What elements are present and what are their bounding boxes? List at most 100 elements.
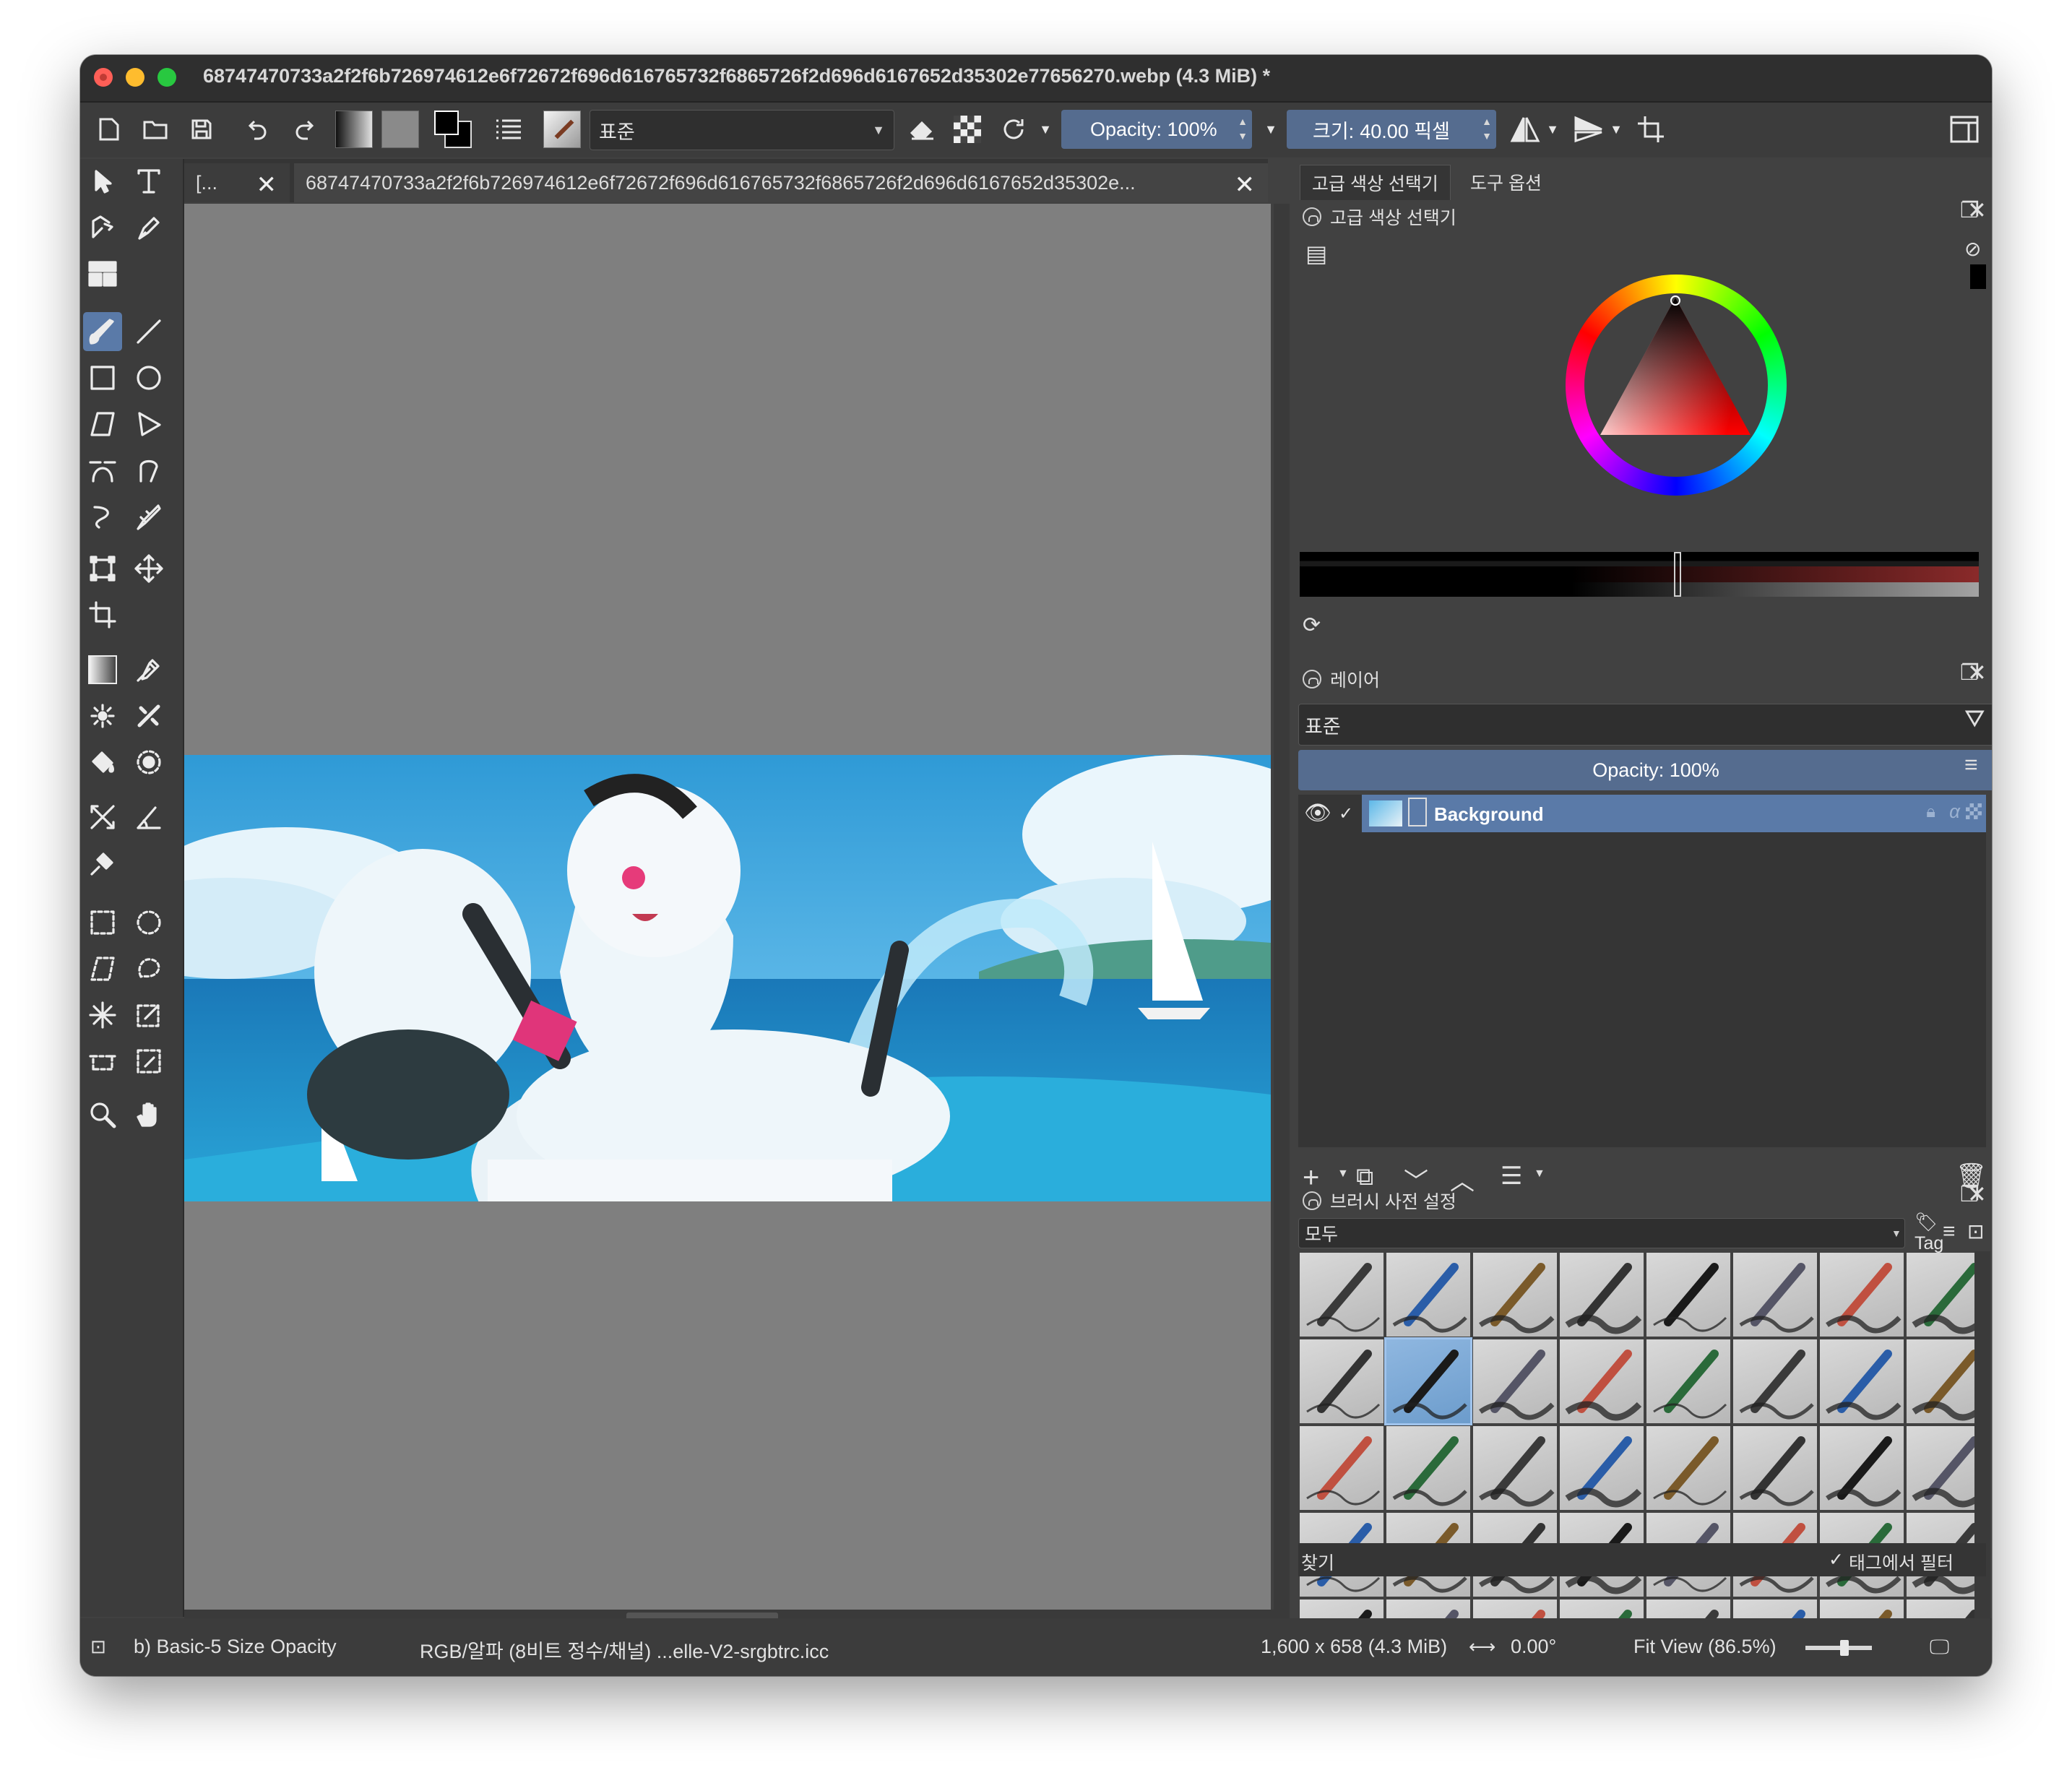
rectangular-selection-tool-icon[interactable] bbox=[83, 903, 122, 942]
lock-icon[interactable] bbox=[1303, 670, 1321, 688]
tag-button[interactable]: 🏷︎ Tag bbox=[1915, 1212, 1943, 1254]
polygon-tool-icon[interactable] bbox=[83, 405, 122, 444]
lock-icon[interactable] bbox=[1303, 1191, 1321, 1210]
mirror-vertical-icon[interactable] bbox=[1571, 113, 1606, 146]
brush-storage-icon[interactable]: ⊡ bbox=[1967, 1219, 1984, 1243]
minimize-window-button[interactable] bbox=[126, 68, 144, 87]
document-tab-active[interactable]: 68747470733a2f2f6b726974612e6f72672f696d… bbox=[294, 163, 1268, 202]
move-tool-icon[interactable] bbox=[129, 549, 168, 588]
brush-preset-status-icon[interactable]: ⊡ bbox=[90, 1636, 106, 1658]
brush-preset-tile[interactable] bbox=[1560, 1339, 1644, 1423]
zoom-slider[interactable] bbox=[1805, 1640, 1872, 1656]
layer-menu-icon[interactable]: ≡ bbox=[1964, 751, 1978, 778]
brush-preset-tile[interactable] bbox=[1646, 1426, 1730, 1510]
brush-size-slider[interactable]: 크기: 40.00 픽셀 ▲ ▼ bbox=[1287, 110, 1496, 149]
gradient-swatch-icon[interactable] bbox=[334, 111, 374, 148]
enclose-fill-tool-icon[interactable] bbox=[129, 743, 168, 782]
color-selector-settings-icon[interactable]: ▤ bbox=[1305, 240, 1327, 267]
new-document-icon[interactable] bbox=[92, 113, 126, 146]
contiguous-selection-tool-icon[interactable] bbox=[83, 996, 122, 1035]
chevron-down-icon[interactable]: ▼ bbox=[1037, 113, 1054, 146]
brush-view-menu-icon[interactable]: ≡ bbox=[1943, 1219, 1956, 1244]
zoom-window-button[interactable] bbox=[157, 68, 176, 87]
close-window-button[interactable] bbox=[94, 68, 113, 87]
close-tab-icon[interactable]: ✕ bbox=[1235, 170, 1256, 199]
ellipse-tool-icon[interactable] bbox=[129, 358, 168, 397]
brush-preset-tile[interactable] bbox=[1386, 1426, 1470, 1510]
close-panel-icon[interactable]: ✕ bbox=[1967, 197, 1987, 224]
pattern-swatch-icon[interactable] bbox=[381, 111, 420, 148]
close-panel-icon[interactable]: ✕ bbox=[1967, 659, 1987, 686]
save-icon[interactable] bbox=[184, 113, 219, 146]
freehand-selection-tool-icon[interactable] bbox=[129, 949, 168, 988]
brush-preset-tile[interactable] bbox=[1646, 1253, 1730, 1337]
recent-color-swatch[interactable] bbox=[1970, 264, 1986, 289]
no-color-icon[interactable]: ⊘ bbox=[1964, 237, 1981, 261]
redo-icon[interactable] bbox=[287, 113, 321, 146]
document-tab[interactable]: [... ✕ bbox=[184, 163, 290, 202]
opacity-spinner[interactable]: ▲ ▼ bbox=[1238, 114, 1248, 143]
lock-layer-icon[interactable]: 🔒︎ bbox=[1926, 802, 1935, 822]
visibility-eye-icon[interactable]: 👁︎ bbox=[1304, 800, 1331, 826]
brush-preset-tile[interactable] bbox=[1646, 1339, 1730, 1423]
brush-preset-tile[interactable] bbox=[1473, 1426, 1557, 1510]
brush-preset-tile[interactable] bbox=[1300, 1253, 1384, 1337]
color-shade-bars[interactable] bbox=[1300, 552, 1979, 597]
tab-tool-options[interactable]: 도구 옵션 bbox=[1459, 165, 1553, 199]
saturation-value-triangle[interactable] bbox=[1589, 293, 1762, 445]
lock-icon[interactable] bbox=[1303, 207, 1321, 226]
canvas-vertical-scrollbar[interactable] bbox=[1274, 204, 1290, 1610]
canvas-only-mode-icon[interactable]: 🖵︎ bbox=[1930, 1636, 1949, 1659]
freehand-path-tool-icon[interactable] bbox=[129, 451, 168, 490]
reference-images-tool-icon[interactable] bbox=[83, 254, 122, 293]
undo-icon[interactable] bbox=[241, 113, 275, 146]
select-shapes-tool-icon[interactable] bbox=[83, 162, 122, 201]
layer-properties-icon[interactable]: ☰ bbox=[1501, 1162, 1522, 1191]
calligraphy-tool-icon[interactable] bbox=[129, 208, 168, 247]
edit-shapes-tool-icon[interactable] bbox=[83, 208, 122, 247]
brush-preset-tile[interactable] bbox=[1733, 1426, 1817, 1510]
rotation-icon[interactable]: ⟷ bbox=[1469, 1636, 1495, 1658]
chevron-down-icon[interactable]: ▼ bbox=[1337, 1167, 1349, 1180]
wrap-around-icon[interactable] bbox=[1633, 113, 1668, 146]
bezier-selection-tool-icon[interactable] bbox=[83, 1042, 122, 1081]
eraser-icon[interactable] bbox=[905, 113, 940, 146]
open-folder-icon[interactable] bbox=[138, 113, 173, 146]
rectangle-tool-icon[interactable] bbox=[83, 358, 122, 397]
dynamic-brush-tool-icon[interactable] bbox=[83, 497, 122, 536]
layer-name[interactable]: Background bbox=[1434, 803, 1544, 826]
preserve-alpha-icon[interactable] bbox=[950, 113, 985, 146]
pan-tool-icon[interactable] bbox=[129, 1095, 168, 1134]
mirror-horizontal-icon[interactable] bbox=[1508, 113, 1542, 146]
brush-preset-icon[interactable] bbox=[543, 111, 582, 148]
layer-blend-mode-dropdown[interactable]: 표준 ▼ bbox=[1298, 704, 1992, 746]
polygonal-selection-tool-icon[interactable] bbox=[83, 949, 122, 988]
text-tool-icon[interactable] bbox=[129, 162, 168, 201]
chevron-down-icon[interactable]: ▼ bbox=[1262, 113, 1279, 146]
crop-tool-icon[interactable] bbox=[83, 595, 122, 634]
fill-tool-icon[interactable] bbox=[83, 743, 122, 782]
brush-preset-tile[interactable] bbox=[1473, 1339, 1557, 1423]
smart-patch-tool-icon[interactable] bbox=[83, 696, 122, 735]
brush-preset-tile[interactable] bbox=[1560, 1426, 1644, 1510]
brush-preset-tile[interactable] bbox=[1386, 1253, 1470, 1337]
reload-preset-icon[interactable] bbox=[996, 113, 1031, 146]
filter-by-tag-checkbox[interactable]: ✓ bbox=[1829, 1549, 1844, 1571]
chevron-down-icon[interactable]: ▼ bbox=[1534, 1167, 1545, 1180]
close-panel-icon[interactable]: ✕ bbox=[1967, 1180, 1987, 1208]
brush-preset-tile[interactable] bbox=[1300, 1339, 1384, 1423]
brush-preset-tile[interactable] bbox=[1384, 1337, 1472, 1425]
brush-preset-tile[interactable] bbox=[1733, 1253, 1817, 1337]
foreground-background-color-icon[interactable] bbox=[433, 111, 473, 148]
brush-preset-tile[interactable] bbox=[1560, 1253, 1644, 1337]
brush-settings-icon[interactable] bbox=[492, 113, 527, 146]
layer-checkbox-icon[interactable]: ✓ bbox=[1339, 803, 1353, 824]
gradient-tool-icon[interactable] bbox=[83, 650, 122, 689]
measure-tool-icon[interactable] bbox=[83, 798, 122, 837]
brush-preset-tile[interactable] bbox=[1733, 1339, 1817, 1423]
elliptical-selection-tool-icon[interactable] bbox=[129, 903, 168, 942]
close-tab-icon[interactable]: ✕ bbox=[256, 170, 277, 199]
filter-icon[interactable]: ⛛ bbox=[1964, 705, 1985, 733]
canvas-area[interactable] bbox=[184, 204, 1271, 1610]
brush-preset-tile[interactable] bbox=[1820, 1253, 1904, 1337]
